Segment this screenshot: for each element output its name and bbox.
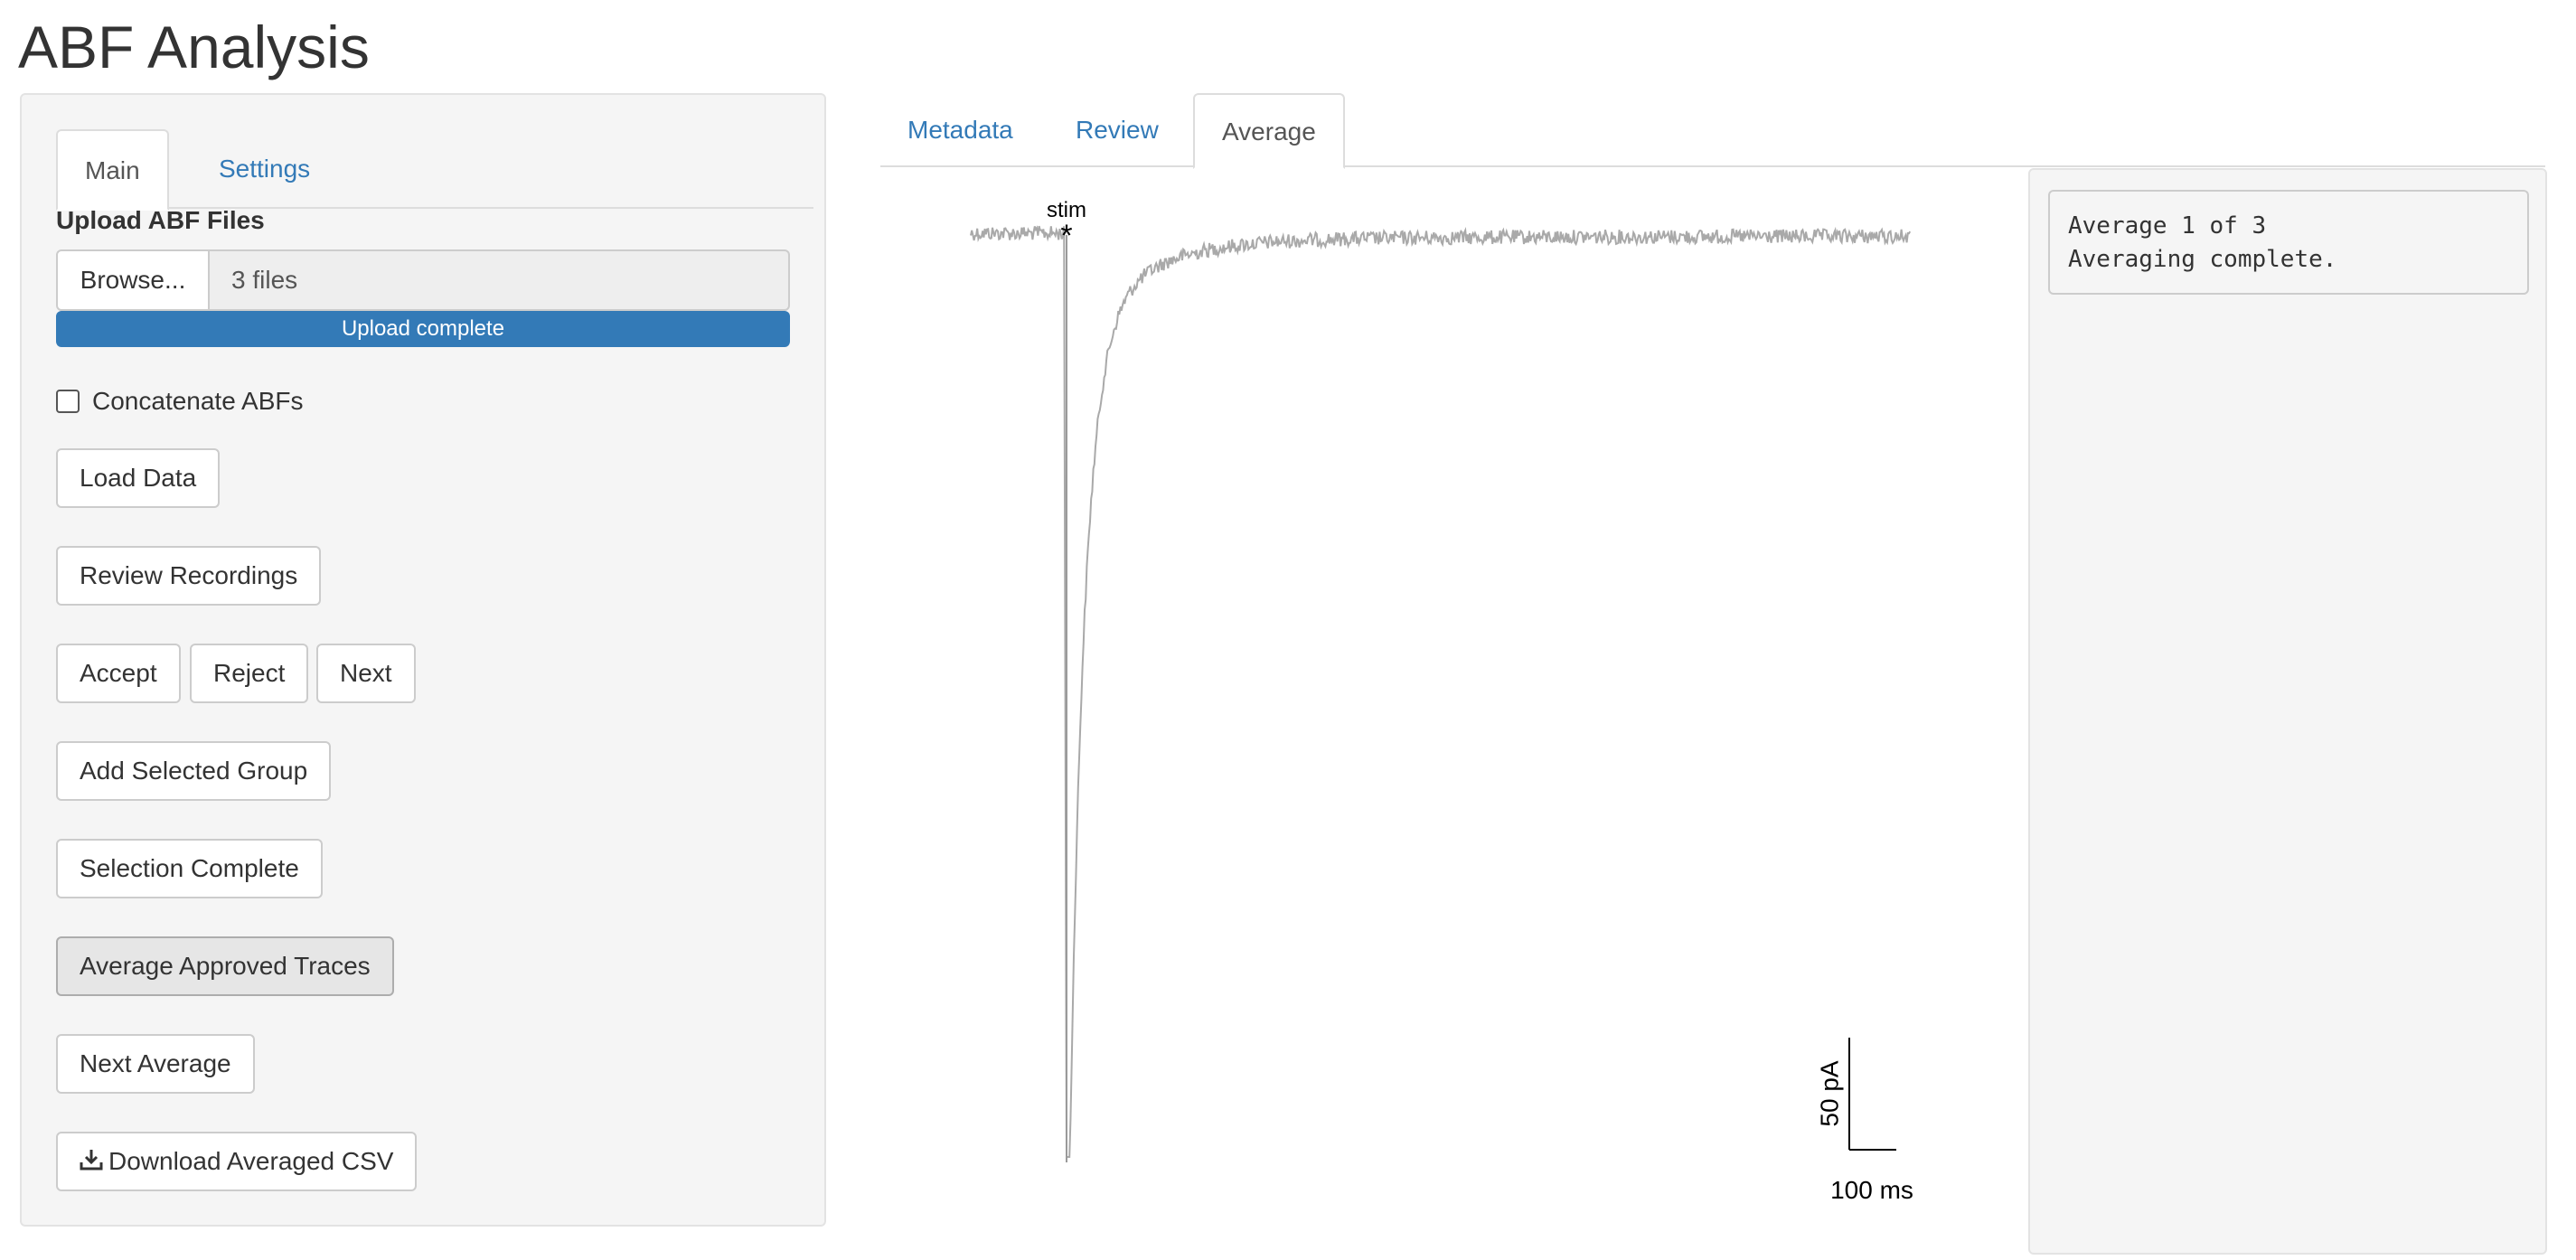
concatenate-label: Concatenate ABFs [92, 387, 304, 415]
status-log: Average 1 of 3 Averaging complete. [2048, 190, 2529, 295]
download-csv-label: Download Averaged CSV [108, 1147, 394, 1175]
scalebar-y-label: 50 pA [1815, 1060, 1843, 1126]
app-title: ABF Analysis [18, 14, 370, 80]
reject-button[interactable]: Reject [190, 644, 309, 703]
concatenate-checkbox[interactable] [56, 390, 80, 413]
sidebar-tabs: Main Settings [56, 129, 813, 211]
accept-button[interactable]: Accept [56, 644, 181, 703]
upload-progress-bar: Upload complete [56, 311, 790, 347]
averaged-trace [970, 225, 1912, 1158]
average-approved-traces-button[interactable]: Average Approved Traces [56, 936, 394, 996]
upload-progress: Upload complete [56, 311, 790, 347]
tab-average[interactable]: Average [1193, 93, 1345, 169]
tab-settings[interactable]: Settings [192, 129, 337, 209]
scalebar-x-label: 100 ms [1830, 1176, 1913, 1204]
concatenate-row: Concatenate ABFs [56, 387, 303, 416]
review-recordings-button[interactable]: Review Recordings [56, 546, 322, 606]
download-icon [80, 1135, 103, 1191]
stim-marker: * [1060, 219, 1072, 253]
log-line: Average 1 of 3 [2068, 212, 2267, 240]
log-line: Averaging complete. [2068, 246, 2337, 273]
main-tabs: Metadata Review Average [880, 93, 2545, 169]
next-average-button[interactable]: Next Average [56, 1034, 255, 1094]
tab-review[interactable]: Review [1048, 93, 1186, 167]
file-name-field: 3 files [210, 249, 790, 311]
tab-metadata[interactable]: Metadata [880, 93, 1040, 167]
average-trace-plot: stim * 50 pA 100 ms [880, 172, 2010, 1211]
selection-complete-button[interactable]: Selection Complete [56, 839, 323, 898]
output-panel: Average 1 of 3 Averaging complete. [2028, 168, 2547, 1255]
upload-label: Upload ABF Files [56, 206, 265, 234]
next-button[interactable]: Next [316, 644, 416, 703]
add-selected-group-button[interactable]: Add Selected Group [56, 741, 332, 801]
browse-button[interactable]: Browse... [56, 249, 210, 311]
download-averaged-csv-button[interactable]: Download Averaged CSV [56, 1132, 418, 1191]
file-input-group: Browse... 3 files [56, 249, 790, 311]
tab-main[interactable]: Main [56, 129, 169, 211]
trace-svg: stim * 50 pA 100 ms [970, 198, 1913, 1204]
load-data-button[interactable]: Load Data [56, 448, 221, 508]
